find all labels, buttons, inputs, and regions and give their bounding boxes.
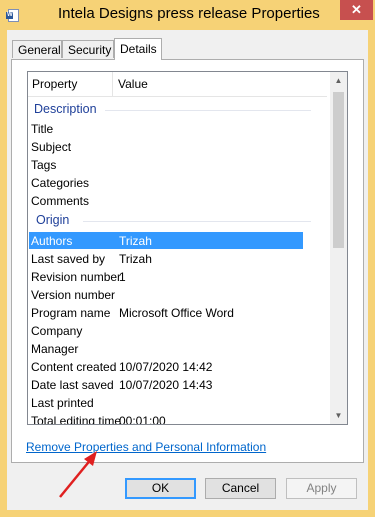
annotation-arrow-icon (59, 451, 97, 498)
tab-details[interactable]: Details (114, 38, 162, 60)
properties-window: W Intela Designs press release Propertie… (0, 0, 375, 517)
